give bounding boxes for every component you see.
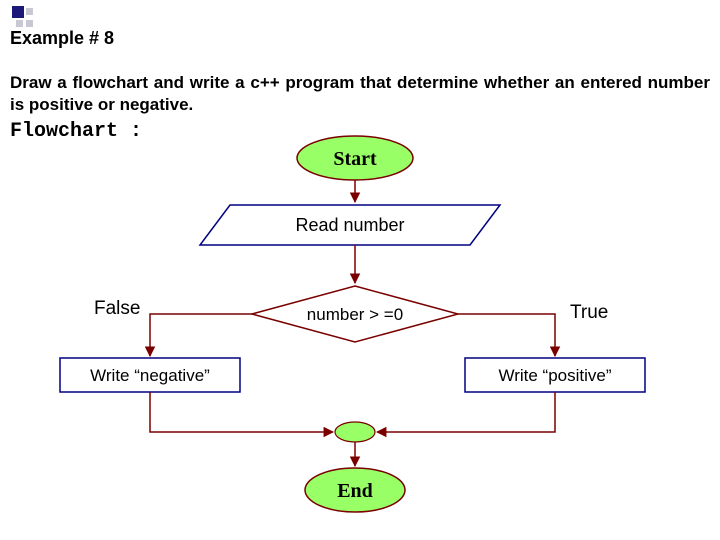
write-positive-text: Write “positive”: [498, 366, 611, 385]
read-text: Read number: [295, 215, 404, 235]
false-label: False: [94, 298, 140, 320]
flowchart-diagram: Start Read number number > =0 Write “neg…: [0, 0, 720, 540]
decision-text: number > =0: [307, 305, 403, 324]
true-label: True: [570, 302, 608, 324]
end-text: End: [337, 480, 373, 502]
write-negative-text: Write “negative”: [90, 366, 210, 385]
merge-connector: [335, 422, 375, 442]
start-text: Start: [333, 148, 377, 170]
